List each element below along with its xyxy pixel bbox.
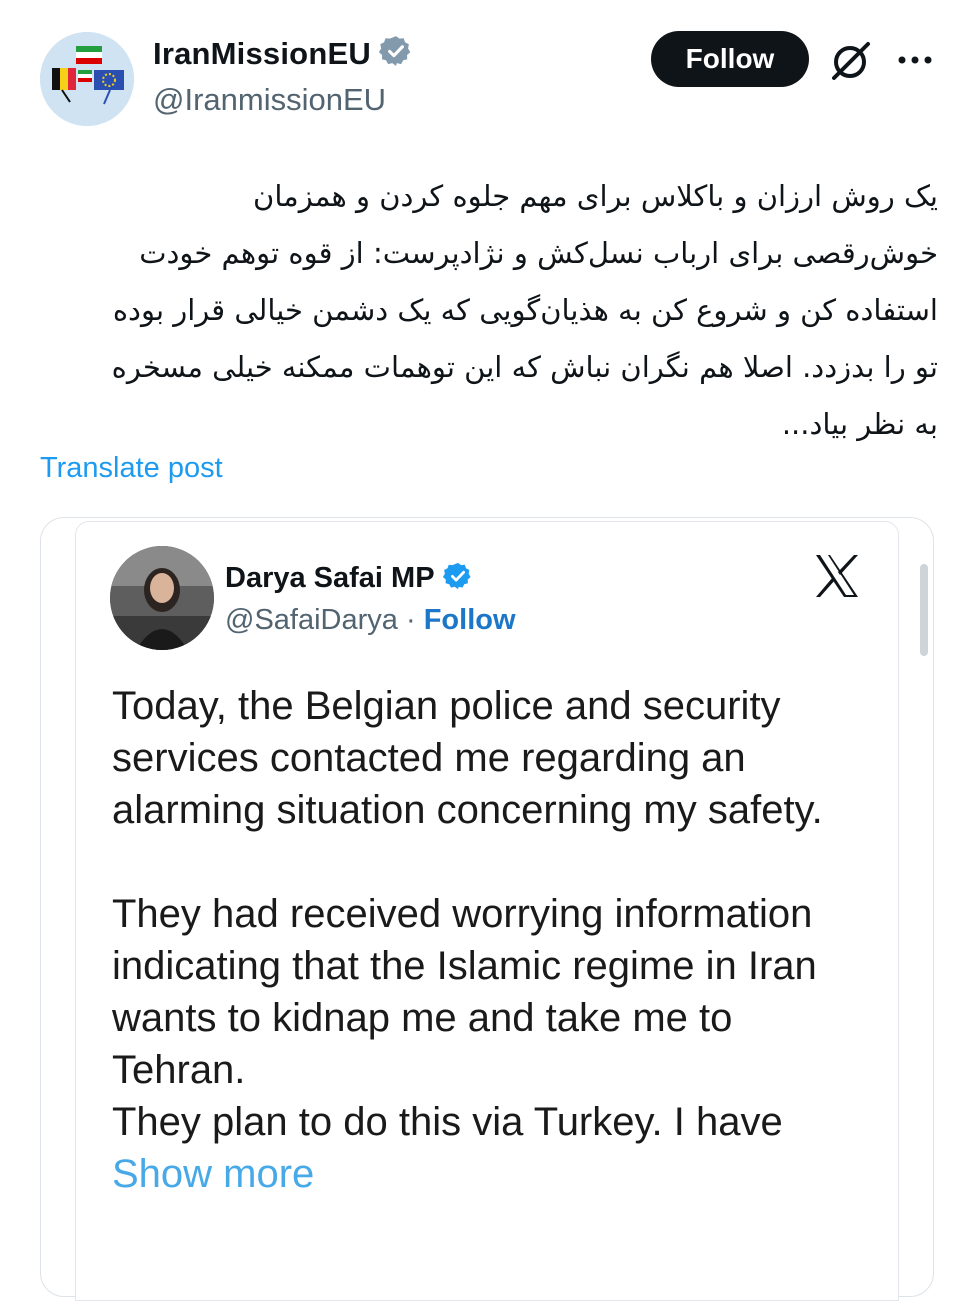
person-photo-icon (110, 546, 214, 650)
mission-logo-icon (40, 32, 134, 126)
grok-icon[interactable] (828, 38, 874, 84)
quoted-tweet-text: Today, the Belgian police and security s… (112, 680, 872, 1200)
more-options-icon[interactable] (896, 50, 936, 70)
author-display-name[interactable]: IranMissionEU (153, 34, 413, 76)
post-text: یک روش ارزان و باکلاس برای مهم جلوه کردن… (111, 179, 938, 441)
verified-badge-icon (442, 561, 473, 599)
quoted-handle-row: @SafaiDarya · Follow (225, 604, 516, 637)
quoted-author-name: Darya Safai MP (225, 561, 473, 599)
x-logo-icon (814, 554, 860, 598)
verified-badge-icon (378, 34, 413, 76)
quoted-author-handle: @SafaiDarya (225, 604, 398, 636)
author-avatar[interactable] (40, 32, 134, 126)
quoted-follow-link: Follow (423, 604, 516, 636)
quoted-author-name-text: Darya Safai MP (225, 562, 435, 594)
quoted-separator: · (405, 604, 416, 636)
follow-button[interactable]: Follow (651, 31, 809, 87)
quoted-text-body: Today, the Belgian police and security s… (112, 684, 823, 1144)
author-name-text: IranMissionEU (153, 36, 371, 71)
translate-post-link[interactable]: Translate post (40, 452, 223, 485)
quoted-author-avatar (110, 546, 214, 650)
show-more-link: Show more (112, 1152, 315, 1196)
scrollbar (920, 564, 928, 656)
author-handle[interactable]: @IranmissionEU (153, 82, 386, 118)
